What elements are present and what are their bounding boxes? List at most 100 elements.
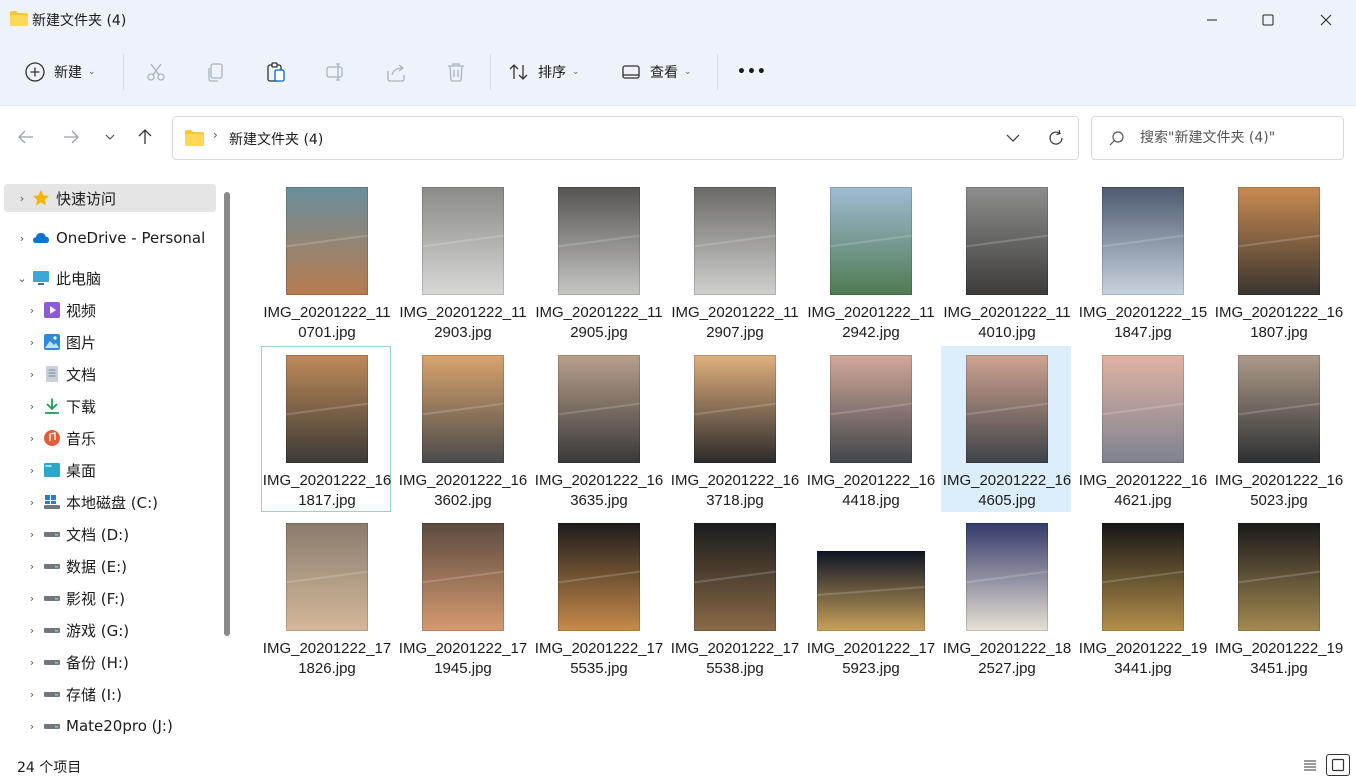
paste-button[interactable] [265, 54, 287, 90]
sidebar-item[interactable]: › 本地磁盘 (C:) [4, 488, 216, 516]
file-item[interactable]: IMG_20201222_161807.jpg [1213, 178, 1343, 344]
expand-chevron-icon[interactable]: ⌄ [16, 272, 28, 285]
arrow-up-icon [138, 129, 152, 144]
copy-button[interactable] [205, 54, 227, 90]
maximize-button[interactable] [1240, 0, 1296, 40]
view-button[interactable]: 查看 ⌄ [620, 54, 692, 90]
music-icon [44, 430, 60, 446]
sidebar-item-label: 下载 [66, 397, 97, 416]
sidebar-item[interactable]: › 存储 (I:) [4, 680, 216, 708]
close-button[interactable] [1298, 0, 1354, 40]
file-item[interactable]: IMG_20201222_193441.jpg [1077, 514, 1207, 680]
details-view-button[interactable] [1298, 754, 1322, 776]
cut-button[interactable] [145, 54, 167, 90]
file-item[interactable]: IMG_20201222_110701.jpg [261, 178, 391, 344]
minimize-icon [1207, 19, 1217, 21]
image-thumbnail [694, 355, 776, 463]
address-bar[interactable]: › 新建文件夹 (4) [172, 116, 1079, 160]
sidebar-item[interactable]: › 图片 [4, 328, 216, 356]
sidebar-scrollbar[interactable] [224, 192, 230, 636]
file-item[interactable]: IMG_20201222_112907.jpg [669, 178, 799, 344]
file-item[interactable]: IMG_20201222_182527.jpg [941, 514, 1071, 680]
thumbnail-view-button[interactable] [1326, 754, 1350, 776]
file-item[interactable]: IMG_20201222_175538.jpg [669, 514, 799, 680]
file-item[interactable]: IMG_20201222_193451.jpg [1213, 514, 1343, 680]
expand-chevron-icon[interactable]: › [26, 496, 38, 509]
sidebar-item[interactable]: › 快速访问 [4, 184, 216, 212]
forward-button[interactable] [60, 126, 82, 148]
sidebar-item[interactable]: › 下载 [4, 392, 216, 420]
trash-icon [448, 63, 464, 82]
file-name: IMG_20201222_112903.jpg [399, 304, 527, 341]
delete-button[interactable] [445, 54, 467, 90]
search-box[interactable] [1091, 116, 1344, 160]
expand-chevron-icon[interactable]: › [26, 528, 38, 541]
file-item[interactable]: IMG_20201222_163718.jpg [669, 346, 799, 512]
new-button[interactable]: 新建 ⌄ [24, 54, 96, 90]
image-thumbnail [422, 523, 504, 631]
share-button[interactable] [385, 54, 407, 90]
expand-chevron-icon[interactable]: › [26, 400, 38, 413]
file-item[interactable]: IMG_20201222_114010.jpg [941, 178, 1071, 344]
file-item[interactable]: IMG_20201222_175535.jpg [533, 514, 663, 680]
more-icon: ••• [737, 64, 767, 80]
file-item[interactable]: IMG_20201222_112905.jpg [533, 178, 663, 344]
sidebar-item[interactable]: › 游戏 (G:) [4, 616, 216, 644]
file-item[interactable]: IMG_20201222_164605.jpg [941, 346, 1071, 512]
file-item[interactable]: IMG_20201222_171826.jpg [261, 514, 391, 680]
sidebar-item[interactable]: › 数据 (E:) [4, 552, 216, 580]
file-item[interactable]: IMG_20201222_151847.jpg [1077, 178, 1207, 344]
file-item[interactable]: IMG_20201222_175923.jpg [805, 514, 935, 680]
sidebar-item[interactable]: › 备份 (H:) [4, 648, 216, 676]
file-item[interactable]: IMG_20201222_171945.jpg [397, 514, 527, 680]
expand-chevron-icon[interactable]: › [26, 464, 38, 477]
file-item[interactable]: IMG_20201222_161817.jpg [261, 346, 391, 512]
expand-chevron-icon[interactable]: › [26, 368, 38, 381]
file-name: IMG_20201222_161817.jpg [262, 472, 392, 509]
file-item[interactable]: IMG_20201222_112942.jpg [805, 178, 935, 344]
file-item[interactable]: IMG_20201222_164621.jpg [1077, 346, 1207, 512]
file-item[interactable]: IMG_20201222_164418.jpg [805, 346, 935, 512]
file-item[interactable]: IMG_20201222_112903.jpg [397, 178, 527, 344]
file-item[interactable]: IMG_20201222_165023.jpg [1213, 346, 1343, 512]
sidebar-item[interactable]: › 影视 (F:) [4, 584, 216, 612]
sidebar-item-label: Mate20pro (J:) [66, 717, 173, 735]
sidebar-item[interactable]: › Mate20pro (J:) [4, 712, 216, 740]
sidebar-item[interactable]: › 桌面 [4, 456, 216, 484]
more-options-button[interactable]: ••• [737, 54, 767, 90]
breadcrumb[interactable]: 新建文件夹 (4) [229, 129, 323, 149]
refresh-icon[interactable] [1046, 128, 1066, 148]
file-item[interactable]: IMG_20201222_163602.jpg [397, 346, 527, 512]
back-button[interactable] [15, 126, 37, 148]
sidebar-item[interactable]: › OneDrive - Personal [4, 224, 216, 252]
file-item[interactable]: IMG_20201222_163635.jpg [533, 346, 663, 512]
expand-chevron-icon[interactable]: › [26, 304, 38, 317]
file-name: IMG_20201222_112907.jpg [671, 304, 799, 341]
search-input[interactable] [1140, 127, 1335, 149]
expand-chevron-icon[interactable]: › [26, 336, 38, 349]
recent-locations-button[interactable] [99, 126, 121, 148]
expand-chevron-icon[interactable]: › [16, 192, 28, 205]
expand-chevron-icon[interactable]: › [16, 232, 28, 245]
sidebar-item[interactable]: ⌄ 此电脑 [4, 264, 216, 292]
sidebar-item[interactable]: › 音乐 [4, 424, 216, 452]
chevron-down-icon: ⌄ [572, 67, 580, 77]
minimize-button[interactable] [1184, 0, 1240, 40]
sidebar-item[interactable]: › 文档 [4, 360, 216, 388]
expand-chevron-icon[interactable]: › [26, 560, 38, 573]
expand-chevron-icon[interactable]: › [26, 656, 38, 669]
sidebar-item[interactable]: › 视频 [4, 296, 216, 324]
file-name: IMG_20201222_175923.jpg [806, 640, 936, 677]
sort-button[interactable]: 排序 ⌄ [508, 54, 580, 90]
expand-chevron-icon[interactable]: › [26, 432, 38, 445]
expand-chevron-icon[interactable]: › [26, 592, 38, 605]
file-name: IMG_20201222_164605.jpg [942, 472, 1072, 509]
sidebar-item[interactable]: › 文档 (D:) [4, 520, 216, 548]
rename-button[interactable] [325, 54, 347, 90]
file-name: IMG_20201222_151847.jpg [1078, 304, 1208, 341]
address-history-dropdown[interactable] [1004, 129, 1022, 147]
up-button[interactable] [134, 126, 156, 148]
expand-chevron-icon[interactable]: › [26, 624, 38, 637]
expand-chevron-icon[interactable]: › [26, 720, 38, 733]
expand-chevron-icon[interactable]: › [26, 688, 38, 701]
